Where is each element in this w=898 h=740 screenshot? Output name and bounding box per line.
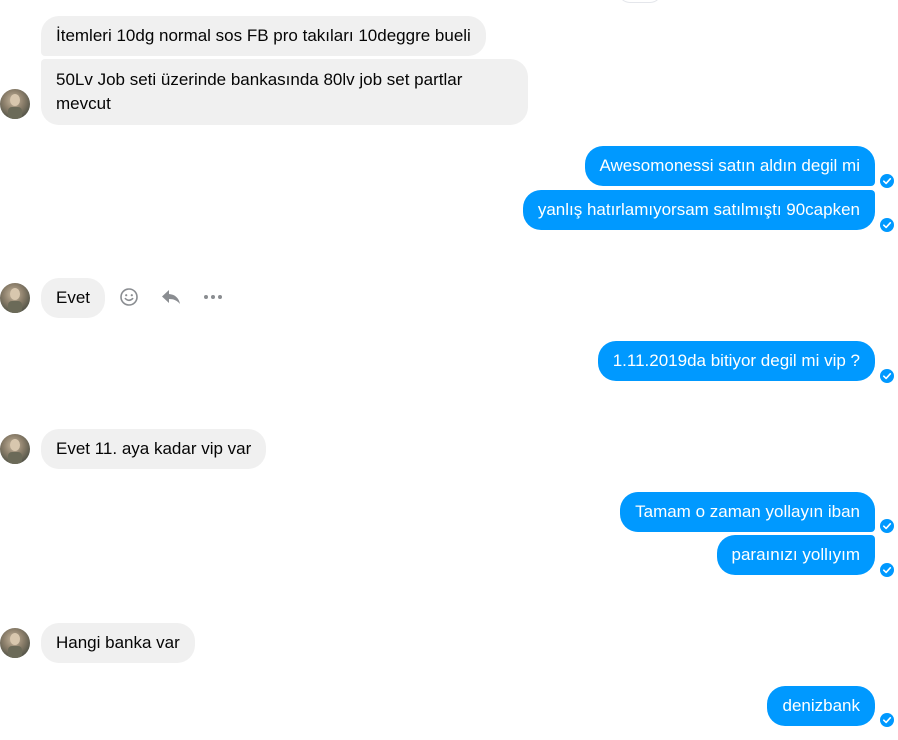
more-icon[interactable] — [202, 286, 224, 308]
incoming-message[interactable]: Hangi banka var — [41, 623, 195, 663]
outgoing-message[interactable]: 1.11.2019da bitiyor degil mi vip ? — [597, 341, 875, 381]
contact-avatar[interactable] — [0, 434, 30, 464]
delivered-check-icon — [880, 174, 894, 188]
outgoing-message[interactable]: Awesomonessi satın aldın degil mi — [584, 146, 875, 186]
outgoing-message[interactable]: yanlış hatırlamıyorsam satılmıştı 90capk… — [522, 190, 875, 230]
contact-avatar[interactable] — [0, 628, 30, 658]
contact-avatar[interactable] — [0, 89, 30, 119]
contact-avatar[interactable] — [0, 283, 30, 313]
smiley-icon[interactable] — [118, 286, 140, 308]
delivered-check-icon — [880, 369, 894, 383]
incoming-message[interactable]: Evet — [41, 278, 106, 318]
message-actions — [118, 286, 224, 308]
outgoing-message[interactable]: denizbank — [767, 686, 875, 726]
incoming-message[interactable]: 50Lv Job seti üzerinde bankasında 80lv j… — [41, 59, 528, 125]
delivered-check-icon — [880, 218, 894, 232]
incoming-message[interactable]: Evet 11. aya kadar vip var — [41, 429, 267, 469]
outgoing-message[interactable]: paraınızı yollıyım — [716, 535, 875, 575]
scroll-tab — [618, 0, 662, 3]
delivered-check-icon — [880, 519, 894, 533]
delivered-check-icon — [880, 563, 894, 577]
outgoing-message[interactable]: Tamam o zaman yollayın iban — [620, 492, 875, 532]
incoming-message[interactable]: İtemleri 10dg normal sos FB pro takıları… — [41, 16, 486, 56]
delivered-check-icon — [880, 713, 894, 727]
reply-icon[interactable] — [160, 286, 182, 308]
